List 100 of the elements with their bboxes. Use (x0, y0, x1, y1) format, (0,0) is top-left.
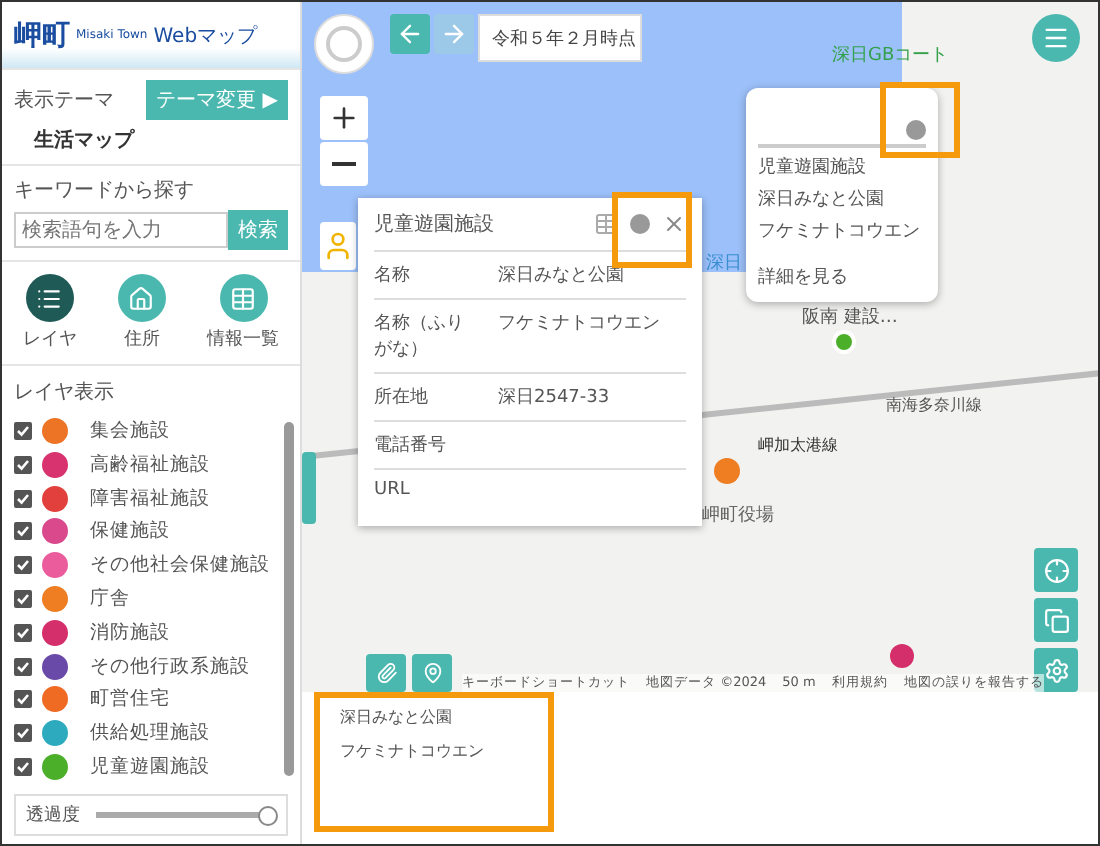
result-line: 深日みなと公園 (340, 706, 454, 728)
table-icon[interactable] (594, 212, 618, 236)
details-link[interactable]: 詳細を見る (758, 264, 926, 290)
check-icon (16, 524, 30, 539)
result-line: フケミナトコウエン (340, 740, 486, 762)
layer-checkbox[interactable] (14, 489, 32, 508)
search-label: キーワードから探す (14, 178, 196, 204)
layer-checkbox[interactable] (14, 657, 32, 676)
layer-label: 障害福祉施設 (90, 485, 210, 512)
place-label: 岬町役場 (702, 503, 774, 528)
nav-tab[interactable]: 住所 (117, 274, 166, 352)
slider-thumb[interactable] (257, 805, 277, 825)
theme-label: 表示テーマ (14, 87, 114, 114)
popup-line: 児童遊園施設 (758, 155, 868, 180)
facility-pin-icon (890, 644, 914, 668)
arrow-left-icon (396, 20, 424, 48)
place-label: 阪南 建設… (802, 305, 898, 330)
arrow-right-icon (440, 20, 468, 48)
check-icon (16, 457, 30, 472)
field-label: 電話番号 (374, 433, 448, 458)
road-label: 岬加太港線 (758, 434, 838, 456)
popup-line: 深日みなと公園 (758, 187, 886, 212)
nav-tab[interactable]: 情報一覧 (207, 274, 280, 352)
zoom-in-button[interactable] (320, 96, 368, 140)
product-name: Webマップ (153, 23, 258, 49)
check-icon (16, 423, 30, 438)
popup-line: フケミナトコウエン (758, 220, 922, 244)
check-icon (16, 692, 30, 707)
layer-label: その他行政系施設 (90, 653, 250, 680)
layer-label: その他社会保健施設 (90, 552, 270, 579)
field-value: フケミナトコウエン (498, 312, 660, 338)
date-label: 令和５年２月時点 (478, 14, 642, 62)
plus-icon (328, 102, 360, 134)
layers-button[interactable] (1034, 598, 1078, 642)
forward-button[interactable] (434, 14, 474, 54)
layer-checkbox[interactable] (14, 589, 32, 608)
list-icon (25, 274, 74, 322)
layer-label: 庁舎 (90, 585, 130, 612)
layer-label: 集会施設 (90, 417, 170, 444)
layer-label: 供給処理施設 (90, 720, 210, 747)
field-label: 名称 (374, 263, 412, 288)
info-icon[interactable] (630, 214, 650, 234)
check-icon (16, 625, 30, 640)
settings-icon (1043, 657, 1069, 683)
theme-value: 生活マップ (31, 126, 137, 154)
check-icon (16, 591, 30, 606)
playground-pin-icon (832, 330, 856, 354)
layer-checkbox[interactable] (14, 455, 32, 474)
layer-checkbox[interactable] (14, 690, 32, 709)
layer-checkbox[interactable] (14, 522, 32, 541)
pegman-button[interactable] (320, 222, 356, 270)
town-hall-pin-icon (714, 458, 740, 484)
layer-label: 町営住宅 (90, 686, 170, 713)
menu-icon (1042, 24, 1070, 52)
layer-title: レイヤ表示 (12, 379, 116, 408)
check-icon (16, 726, 30, 741)
opacity-slider[interactable] (96, 803, 276, 827)
layer-label: 消防施設 (90, 619, 170, 646)
check-icon (16, 558, 30, 573)
layer-checkbox[interactable] (14, 421, 32, 440)
minus-icon (332, 162, 356, 166)
house-icon (117, 274, 166, 322)
layer-checkbox[interactable] (14, 623, 32, 642)
highlight-frame (880, 82, 960, 158)
opacity-label: 透過度 (26, 803, 80, 828)
paperclip-icon (375, 662, 397, 684)
place-label: 深日GBコート (832, 43, 949, 68)
check-icon (16, 760, 30, 775)
pin-button[interactable] (412, 654, 452, 692)
highlight-frame (612, 192, 692, 268)
menu-button[interactable] (1032, 14, 1080, 62)
layer-label: 児童遊園施設 (90, 754, 210, 781)
locate-button[interactable] (1034, 548, 1078, 592)
zoom-out-button[interactable] (320, 142, 368, 186)
clip-button[interactable] (366, 654, 406, 692)
field-label: 名称（ふりがな） (374, 311, 466, 362)
pin-icon (421, 662, 443, 684)
field-label: 所在地 (374, 385, 430, 410)
back-button[interactable] (390, 14, 430, 54)
layer-label: 高齢福祉施設 (90, 451, 210, 478)
town-name: 岬町 (14, 17, 70, 53)
info-icon[interactable] (906, 120, 926, 140)
nav-tab[interactable]: レイヤ (22, 274, 77, 352)
place-label: 深日 (706, 251, 742, 276)
layer-checkbox[interactable] (14, 556, 32, 575)
layers-icon (1043, 607, 1069, 633)
road-label: 南海多奈川線 (886, 394, 982, 416)
layer-checkbox[interactable] (14, 758, 32, 777)
layer-label: 保健施設 (90, 518, 170, 545)
field-label: URL (374, 480, 412, 504)
close-icon[interactable] (662, 212, 686, 236)
field-value: 深日2547-33 (498, 385, 610, 410)
search-field[interactable]: 検索語句を入力 (14, 212, 228, 248)
compass-icon (324, 24, 364, 64)
scrollbar[interactable] (284, 422, 294, 776)
person-icon (322, 230, 354, 262)
settings-button[interactable] (1034, 648, 1078, 692)
layer-checkbox[interactable] (14, 724, 32, 743)
popup-title: 児童遊園施設 (374, 211, 496, 238)
table-icon (219, 274, 268, 322)
